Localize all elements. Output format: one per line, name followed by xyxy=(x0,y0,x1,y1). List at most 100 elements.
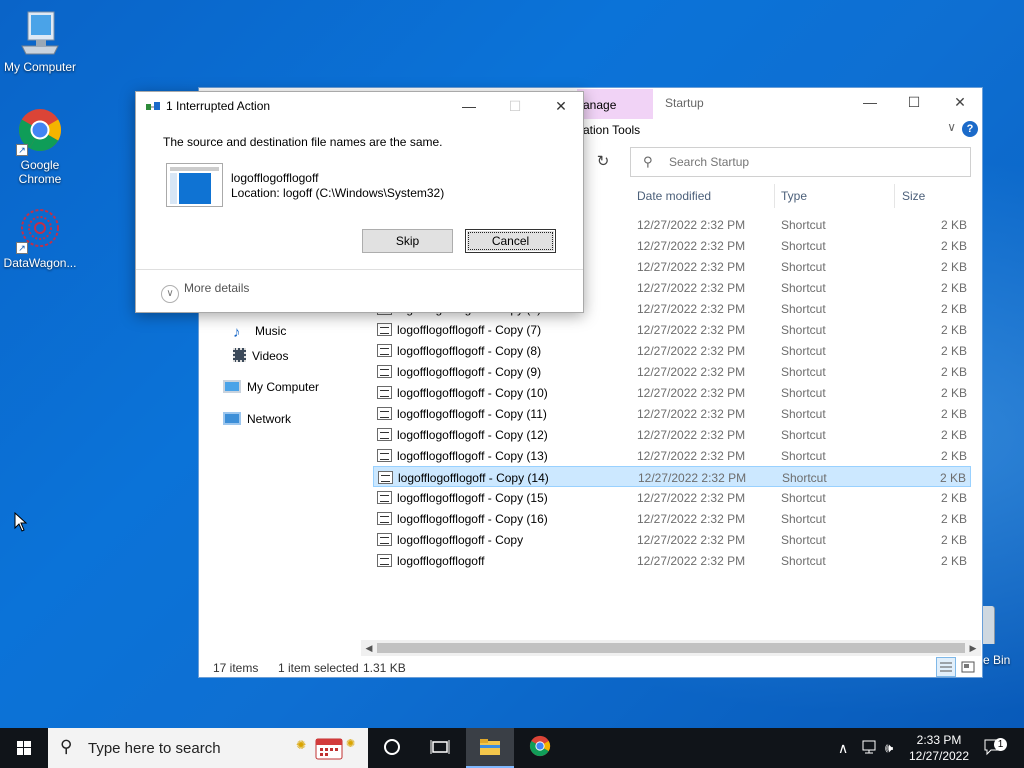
file-size: 2 KB xyxy=(940,491,967,505)
column-separator[interactable] xyxy=(894,184,895,208)
scroll-right-arrow-icon[interactable]: ▶ xyxy=(965,640,981,656)
status-bar: 17 items 1 item selected 1.31 KB xyxy=(199,658,982,678)
computer-icon xyxy=(223,380,241,393)
file-size: 2 KB xyxy=(940,428,967,442)
file-row[interactable]: logofflogofflogoff - Copy (9) 12/27/2022 … xyxy=(373,361,971,382)
file-row[interactable]: logofflogofflogoff - Copy (16) 12/27/2022… xyxy=(373,508,971,529)
file-size: 2 KB xyxy=(940,281,967,295)
file-row[interactable]: logofflogofflogoff - Copy (13) 12/27/2022… xyxy=(373,445,971,466)
tab-manage[interactable]: anage xyxy=(577,89,653,119)
file-date: 12/27/2022 2:32 PM xyxy=(637,302,746,316)
taskbar-clock[interactable]: 2:33 PM 12/27/2022 xyxy=(904,732,974,764)
scroll-left-arrow-icon[interactable]: ◀ xyxy=(361,640,377,656)
file-size: 2 KB xyxy=(940,365,967,379)
tab-application-tools[interactable]: ation Tools xyxy=(583,123,640,137)
file-type: Shortcut xyxy=(781,365,826,379)
shortcut-arrow-icon: ↗ xyxy=(16,144,28,156)
column-header-type[interactable]: Type xyxy=(781,184,807,208)
task-view-button[interactable] xyxy=(416,728,464,768)
refresh-button[interactable]: ↻ xyxy=(591,150,615,174)
file-row[interactable]: logofflogofflogoff 12/27/2022 2:32 PM Shor… xyxy=(373,550,971,571)
desktop-icon-my-computer[interactable]: My Computer xyxy=(1,10,79,74)
volume-tray-icon[interactable]: 🕪 xyxy=(885,728,893,768)
nav-item-my-computer[interactable]: My Computer xyxy=(223,380,319,394)
taskbar-search-box[interactable]: ⚲ Type here to search ✺ ✺ xyxy=(48,728,368,768)
more-details-toggle[interactable]: ∨ More details xyxy=(161,281,249,303)
videos-icon xyxy=(233,348,246,362)
file-name: logofflogofflogoff - Copy (10) xyxy=(397,386,548,400)
dialog-close-button[interactable]: ✕ xyxy=(538,92,584,120)
dialog-file-location: Location: logoff (C:\Windows\System32) xyxy=(231,186,445,200)
desktop-icon-label: Google Chrome xyxy=(18,158,62,186)
network-tray-icon[interactable] xyxy=(862,728,880,768)
file-row[interactable]: logofflogofflogoff - Copy (8) 12/27/2022 … xyxy=(373,340,971,361)
status-selected: 1 item selected xyxy=(278,661,359,675)
file-name: logofflogofflogoff - Copy (11) xyxy=(397,407,547,421)
cancel-button[interactable]: Cancel xyxy=(465,229,556,253)
desktop-icon-recycle-bin[interactable]: e Bin xyxy=(983,606,1024,670)
search-box[interactable]: ⚲ xyxy=(630,147,971,177)
shortcut-arrow-icon: ↗ xyxy=(16,242,28,254)
maximize-button[interactable]: ☐ xyxy=(891,88,937,118)
music-icon: ♪ xyxy=(233,324,241,341)
column-separator[interactable] xyxy=(774,184,775,208)
dialog-title: 1 Interrupted Action xyxy=(166,99,271,113)
horizontal-scrollbar[interactable]: ◀ ▶ xyxy=(361,640,981,656)
file-type: Shortcut xyxy=(781,533,826,547)
help-icon[interactable]: ? xyxy=(962,121,978,137)
large-icons-view-icon xyxy=(961,661,975,673)
start-button[interactable] xyxy=(0,728,48,768)
file-row[interactable]: logofflogofflogoff - Copy 12/27/2022 2:32… xyxy=(373,529,971,550)
notification-center-button[interactable]: 1 xyxy=(983,728,1007,768)
skip-button[interactable]: Skip xyxy=(362,229,453,253)
nav-item-videos[interactable]: Videos xyxy=(233,348,288,363)
file-date: 12/27/2022 2:32 PM xyxy=(638,471,747,485)
shortcut-file-icon xyxy=(377,323,392,336)
search-input[interactable] xyxy=(669,153,959,171)
file-row[interactable]: logofflogofflogoff - Copy (14) 12/27/2022… xyxy=(373,466,971,487)
file-type: Shortcut xyxy=(781,407,826,421)
desktop-icon-google-chrome[interactable]: ↗ Google Chrome xyxy=(1,108,79,186)
recycle-bin-icon xyxy=(983,606,995,644)
file-name: logofflogofflogoff - Copy xyxy=(397,533,524,547)
file-row[interactable]: logofflogofflogoff - Copy (11) 12/27/2022… xyxy=(373,403,971,424)
file-type: Shortcut xyxy=(782,471,827,485)
file-type: Shortcut xyxy=(781,554,826,568)
show-hidden-icons-chevron-icon[interactable]: ∧ xyxy=(838,728,848,768)
cortana-button[interactable] xyxy=(368,728,416,768)
scrollbar-thumb[interactable] xyxy=(377,643,965,653)
file-row[interactable]: logofflogofflogoff - Copy (12) 12/27/2022… xyxy=(373,424,971,445)
mouse-cursor-icon xyxy=(14,511,28,535)
file-size: 2 KB xyxy=(940,218,967,232)
shortcut-file-icon xyxy=(377,386,392,399)
large-icons-view-button[interactable] xyxy=(958,657,978,677)
close-button[interactable]: ✕ xyxy=(937,88,983,118)
shortcut-file-icon xyxy=(377,533,392,546)
taskbar-chrome-button[interactable] xyxy=(516,728,564,768)
file-size: 2 KB xyxy=(940,449,967,463)
chevron-down-icon: ∨ xyxy=(161,285,179,303)
nav-item-music[interactable]: ♪ Music xyxy=(233,324,286,340)
expand-ribbon-chevron-icon[interactable]: ∨ xyxy=(947,120,956,134)
minimize-button[interactable]: — xyxy=(847,88,893,118)
shortcut-file-icon xyxy=(377,512,392,525)
file-type: Shortcut xyxy=(781,260,826,274)
desktop-icon-datawagon[interactable]: ↗ DataWagon... xyxy=(1,206,79,270)
taskbar-file-explorer-button[interactable] xyxy=(466,728,514,768)
file-row[interactable]: logofflogofflogoff - Copy (10) 12/27/2022… xyxy=(373,382,971,403)
column-header-size[interactable]: Size xyxy=(902,184,925,208)
file-type: Shortcut xyxy=(781,428,826,442)
details-view-button[interactable] xyxy=(936,657,956,677)
column-header-date[interactable]: Date modified xyxy=(637,184,711,208)
file-row[interactable]: logofflogofflogoff - Copy (15) 12/27/2022… xyxy=(373,487,971,508)
dialog-divider xyxy=(136,269,583,270)
file-row[interactable]: logofflogofflogoff - Copy (7) 12/27/2022 … xyxy=(373,319,971,340)
chrome-icon xyxy=(529,735,551,757)
file-type: Shortcut xyxy=(781,491,826,505)
file-type: Shortcut xyxy=(781,386,826,400)
nav-item-network[interactable]: Network xyxy=(223,412,291,426)
dialog-minimize-button[interactable]: — xyxy=(446,92,492,120)
file-name: logofflogofflogoff - Copy (13) xyxy=(397,449,548,463)
shortcut-file-icon xyxy=(377,428,392,441)
network-icon xyxy=(223,412,241,425)
